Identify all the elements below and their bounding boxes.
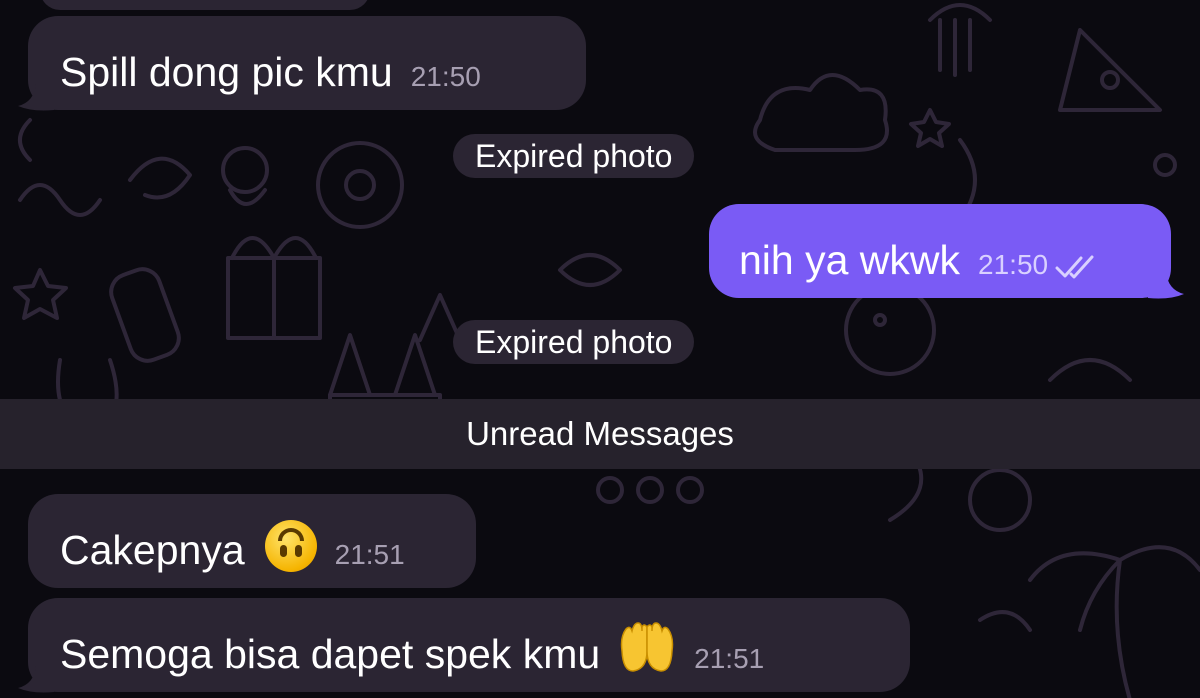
message-text: Cakepnya [60, 527, 245, 573]
message-time: 21:50 [978, 249, 1049, 280]
message-text: Spill dong pic kmu [60, 49, 393, 95]
bubble-tail [18, 666, 54, 693]
incoming-message[interactable]: Semoga bisa dapet spek kmu 21:51 [28, 598, 910, 692]
incoming-message[interactable]: Spill dong pic kmu 21:50 [28, 16, 586, 110]
bubble-tail [1148, 272, 1184, 299]
double-check-icon [1054, 255, 1096, 284]
message-text: Semoga bisa dapet spek kmu [60, 631, 601, 677]
expired-photo-label: Expired photo [475, 324, 673, 360]
unread-messages-label: Unread Messages [466, 415, 734, 452]
message-time: 21:51 [694, 643, 765, 674]
expired-photo-notice[interactable]: Expired photo [453, 134, 695, 178]
raising-hands-icon [618, 621, 676, 678]
message-time: 21:51 [334, 539, 405, 570]
partial-message [40, 0, 370, 10]
message-text: nih ya wkwk [739, 237, 961, 283]
message-time: 21:50 [410, 61, 481, 92]
outgoing-message[interactable]: nih ya wkwk 21:50 [709, 204, 1171, 298]
expired-photo-notice[interactable]: Expired photo [453, 320, 695, 364]
unread-messages-divider: Unread Messages [0, 399, 1200, 469]
expired-photo-label: Expired photo [475, 138, 673, 174]
upside-down-face-icon [264, 520, 317, 572]
incoming-message[interactable]: Cakepnya 21:51 [28, 494, 476, 588]
bubble-tail [18, 84, 54, 111]
